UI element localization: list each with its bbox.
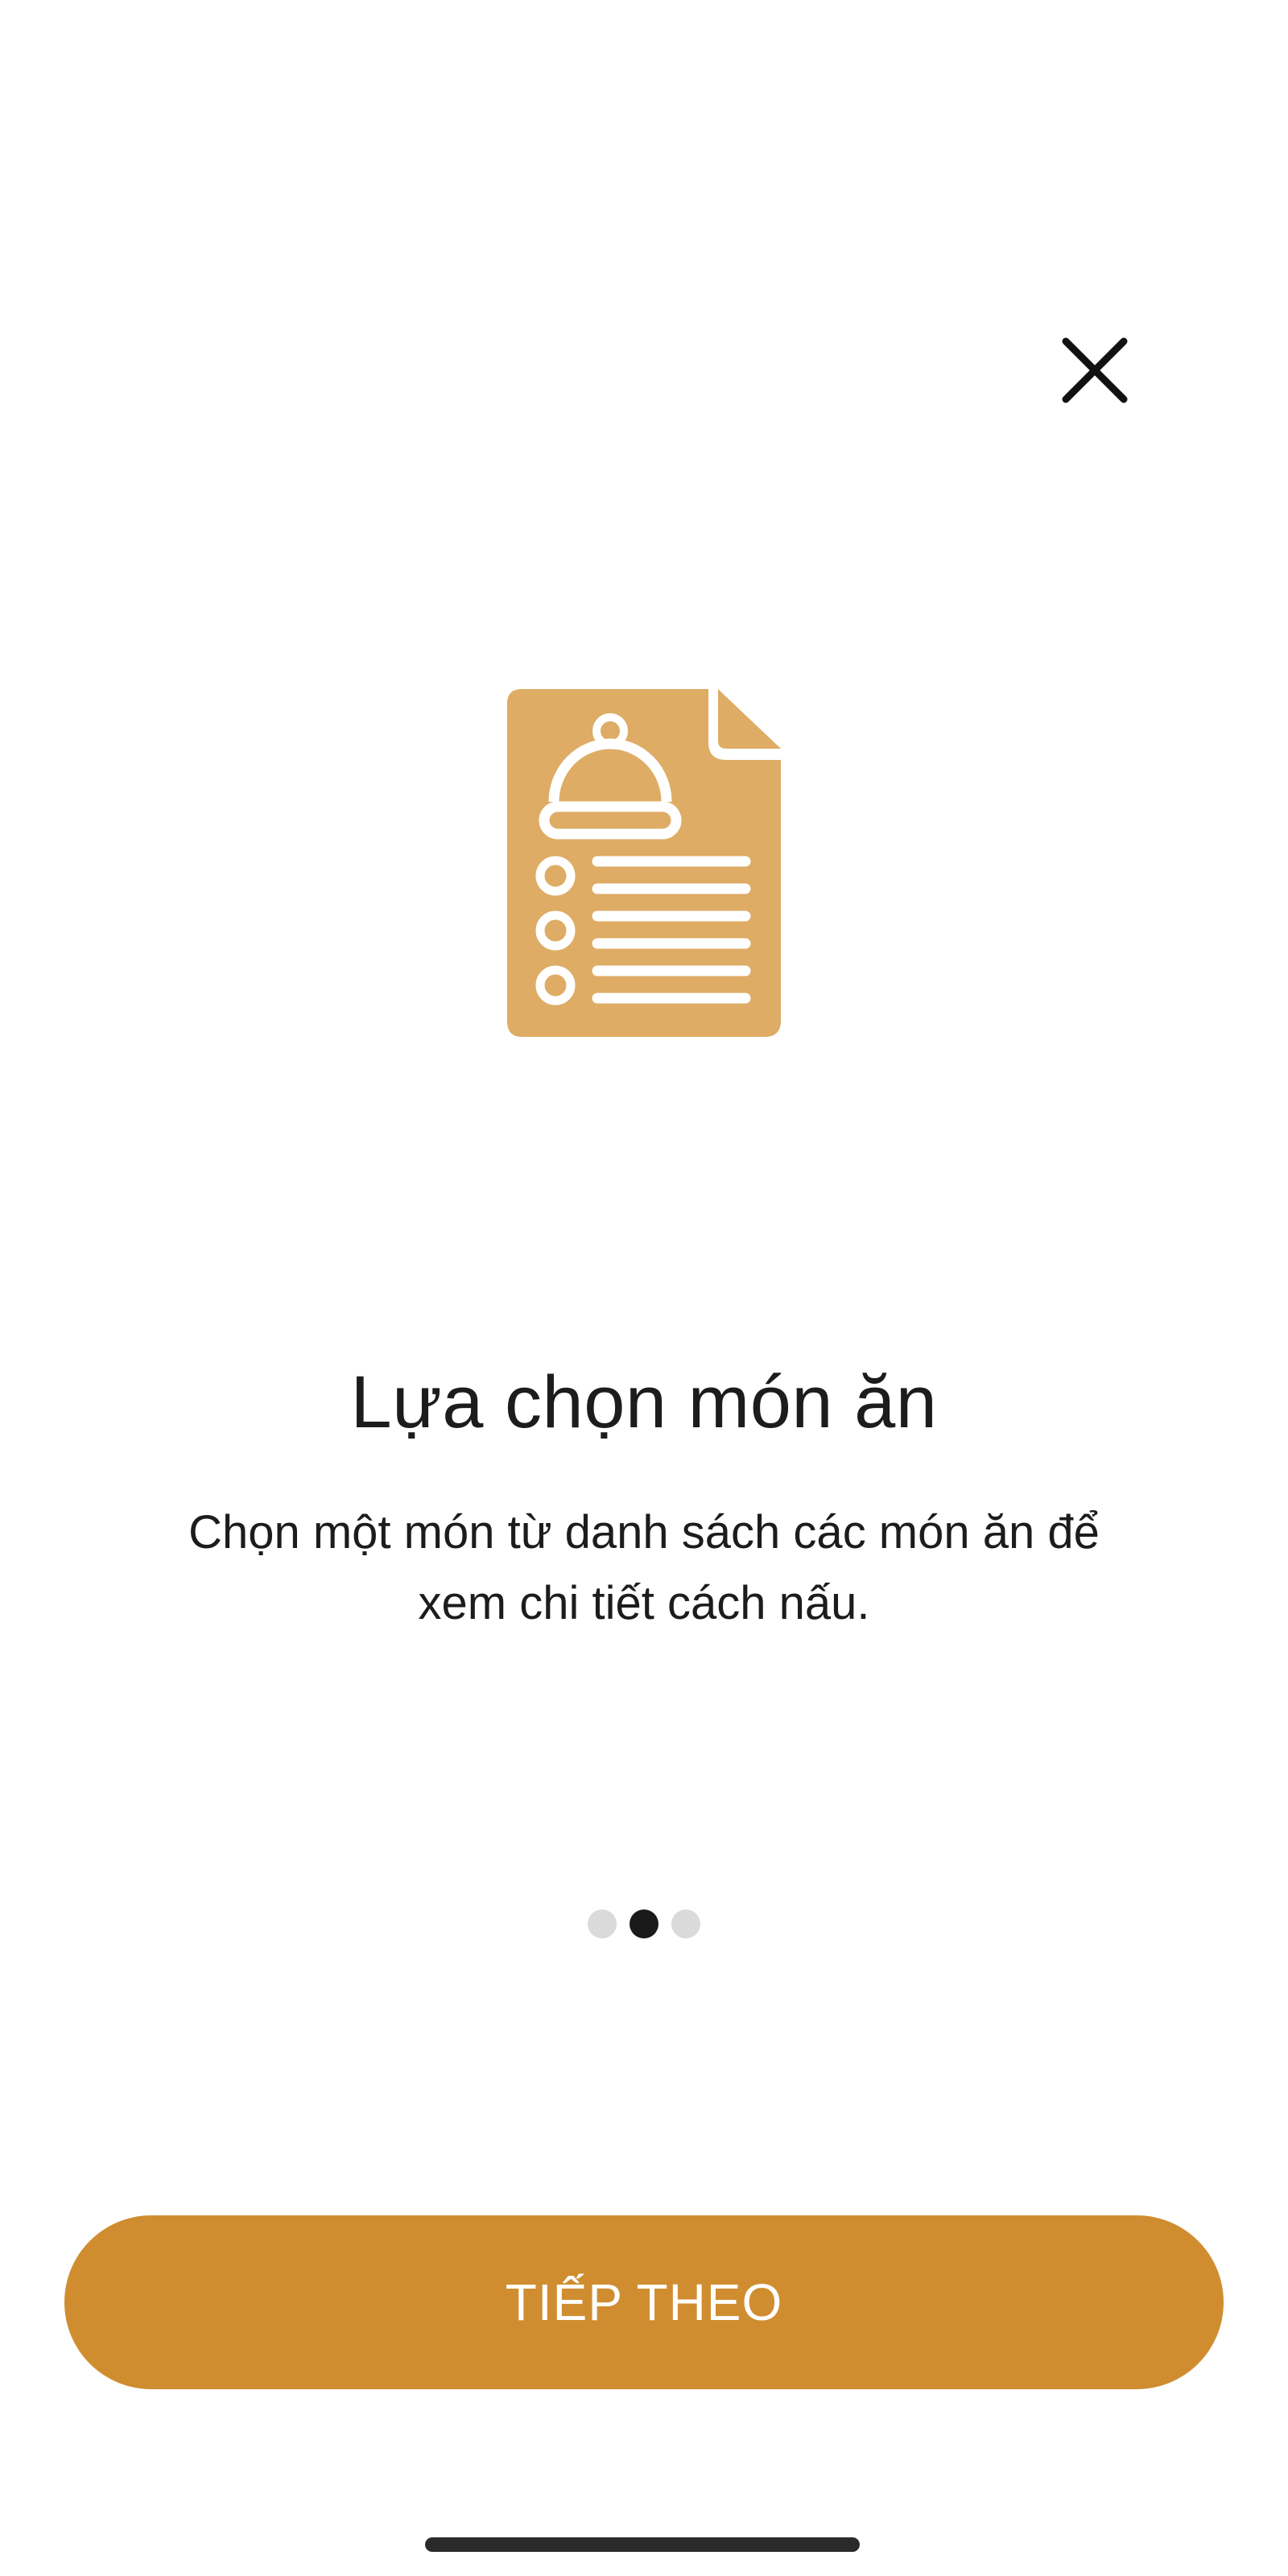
page-dot-active[interactable] — [630, 1909, 658, 1938]
onboarding-title: Lựa chọn món ăn — [350, 1361, 938, 1443]
close-button[interactable] — [1046, 322, 1143, 419]
page-dot[interactable] — [588, 1909, 617, 1938]
home-indicator — [425, 2537, 860, 2552]
onboarding-description: Chọn một món từ danh sách các món ăn để … — [188, 1506, 1100, 1629]
page-indicator — [0, 1908, 1288, 1940]
recipe-document-icon — [507, 689, 781, 1037]
next-button[interactable]: TIẾP THEO — [64, 2215, 1224, 2389]
close-icon — [1062, 337, 1128, 403]
page-dot[interactable] — [671, 1909, 700, 1938]
